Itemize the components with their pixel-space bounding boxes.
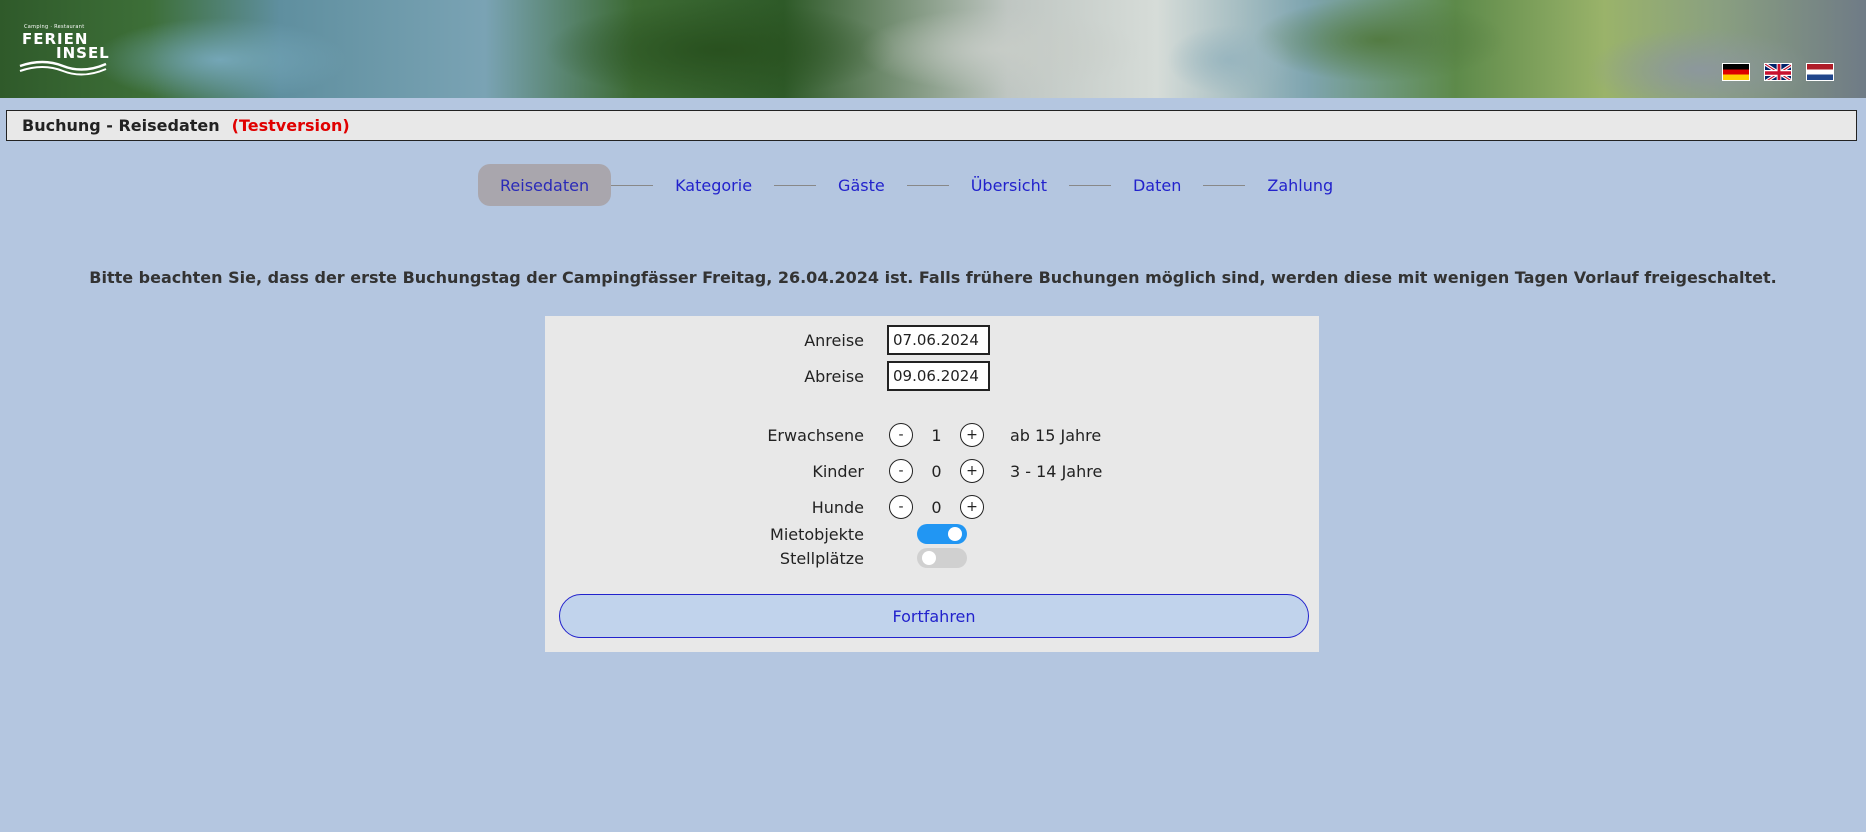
step-divider — [611, 184, 654, 186]
children-age-hint: 3 - 14 Jahre — [1010, 461, 1103, 481]
dogs-increment-button[interactable]: + — [960, 495, 984, 519]
step-reisedaten[interactable]: Reisedaten — [478, 164, 612, 206]
departure-label: Abreise — [804, 366, 864, 386]
travel-data-form: Anreise Abreise Erwachsene - 1 + ab 15 J… — [545, 316, 1319, 652]
pitches-row: Stellplätze — [545, 546, 1319, 570]
dogs-decrement-button[interactable]: - — [889, 495, 913, 519]
arrival-label: Anreise — [804, 330, 864, 350]
step-uebersicht[interactable]: Übersicht — [949, 164, 1069, 206]
test-version-badge: (Testversion) — [231, 116, 350, 135]
step-divider — [774, 184, 817, 186]
page-title-bar: Buchung - Reisedaten (Testversion) — [6, 110, 1857, 141]
step-kategorie[interactable]: Kategorie — [653, 164, 774, 206]
booking-steps: Reisedaten Kategorie Gäste Übersicht Dat… — [478, 164, 1355, 206]
dogs-stepper: - 0 + — [889, 495, 984, 519]
step-gaeste[interactable]: Gäste — [816, 164, 907, 206]
ferieninsel-logo[interactable]: Camping · Restaurant FERIEN INSEL — [18, 22, 109, 78]
adults-increment-button[interactable]: + — [960, 423, 984, 447]
arrival-row: Anreise — [545, 325, 1319, 355]
language-switcher — [1722, 63, 1834, 81]
rentals-label: Mietobjekte — [770, 524, 864, 544]
step-zahlung[interactable]: Zahlung — [1245, 164, 1355, 206]
wave-icon — [19, 60, 107, 76]
toggle-knob — [948, 527, 962, 541]
departure-row: Abreise — [545, 361, 1319, 391]
children-count: 0 — [931, 461, 942, 481]
dogs-row: Hunde - 0 + — [545, 492, 1319, 522]
german-flag-icon[interactable] — [1722, 63, 1750, 81]
step-divider — [1203, 184, 1246, 186]
departure-date-input[interactable] — [887, 361, 990, 391]
adults-age-hint: ab 15 Jahre — [1010, 425, 1102, 445]
adults-row: Erwachsene - 1 + ab 15 Jahre — [545, 420, 1319, 450]
children-stepper: - 0 + — [889, 459, 984, 483]
adults-stepper: - 1 + — [889, 423, 984, 447]
toggle-knob — [922, 551, 936, 565]
dogs-count: 0 — [931, 497, 942, 517]
adults-count: 1 — [931, 425, 942, 445]
adults-decrement-button[interactable]: - — [889, 423, 913, 447]
rentals-row: Mietobjekte — [545, 522, 1319, 546]
rentals-toggle[interactable] — [917, 524, 967, 544]
booking-notice: Bitte beachten Sie, dass der erste Buchu… — [89, 268, 1777, 287]
pitches-label: Stellplätze — [779, 548, 864, 568]
children-row: Kinder - 0 + 3 - 14 Jahre — [545, 456, 1319, 486]
page-title: Buchung - Reisedaten — [22, 116, 220, 135]
pitches-toggle[interactable] — [917, 548, 967, 568]
step-daten[interactable]: Daten — [1111, 164, 1203, 206]
english-flag-icon[interactable] — [1764, 63, 1792, 81]
dutch-flag-icon[interactable] — [1806, 63, 1834, 81]
continue-button[interactable]: Fortfahren — [559, 594, 1309, 638]
children-label: Kinder — [812, 461, 864, 481]
dogs-label: Hunde — [811, 497, 864, 517]
step-divider — [906, 184, 949, 186]
arrival-date-input[interactable] — [887, 325, 990, 355]
children-increment-button[interactable]: + — [960, 459, 984, 483]
header-banner: Camping · Restaurant FERIEN INSEL — [0, 0, 1866, 98]
children-decrement-button[interactable]: - — [889, 459, 913, 483]
adults-label: Erwachsene — [767, 425, 864, 445]
step-divider — [1068, 184, 1111, 186]
